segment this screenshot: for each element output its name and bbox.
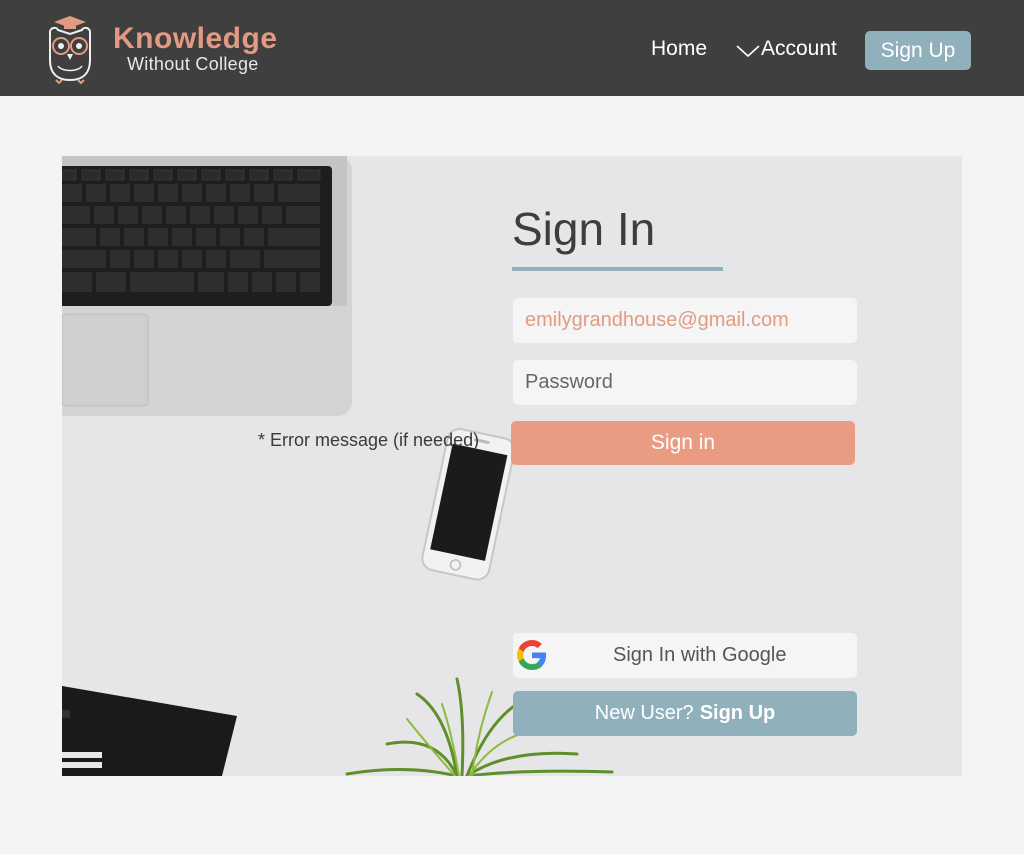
logo-title: Knowledge bbox=[113, 22, 278, 55]
error-message: * Error message (if needed) bbox=[258, 430, 480, 450]
chevron-down-icon bbox=[736, 45, 760, 58]
google-signin-label: Sign In with Google bbox=[613, 644, 787, 666]
google-signin-button[interactable]: Sign In with Google bbox=[513, 633, 857, 678]
owl-logo-icon[interactable] bbox=[44, 16, 96, 84]
google-icon bbox=[517, 640, 547, 670]
header-signup-button[interactable]: Sign Up bbox=[865, 31, 971, 70]
new-user-signup-button[interactable]: New User? Sign Up bbox=[513, 691, 857, 736]
new-user-prefix: New User? bbox=[594, 702, 694, 724]
nav-account-label: Account bbox=[761, 37, 837, 60]
logo-subtitle: Without College bbox=[127, 54, 259, 74]
nav-home-link[interactable]: Home bbox=[651, 37, 707, 61]
page-title: Sign In bbox=[512, 203, 656, 255]
title-underline bbox=[512, 267, 723, 271]
new-user-signup-link: Sign Up bbox=[699, 702, 776, 724]
notebook-image bbox=[62, 686, 237, 776]
top-navbar: Knowledge Without College Home Account S… bbox=[0, 0, 1024, 96]
laptop-image bbox=[62, 156, 352, 416]
email-field[interactable]: emilygrandhouse@gmail.com bbox=[513, 298, 857, 343]
signin-card: * Error message (if needed) Sign In emil… bbox=[62, 156, 962, 776]
sign-in-button[interactable]: Sign in bbox=[511, 421, 855, 465]
nav-account-dropdown[interactable]: Account bbox=[736, 37, 837, 61]
password-field[interactable]: Password bbox=[513, 360, 857, 405]
